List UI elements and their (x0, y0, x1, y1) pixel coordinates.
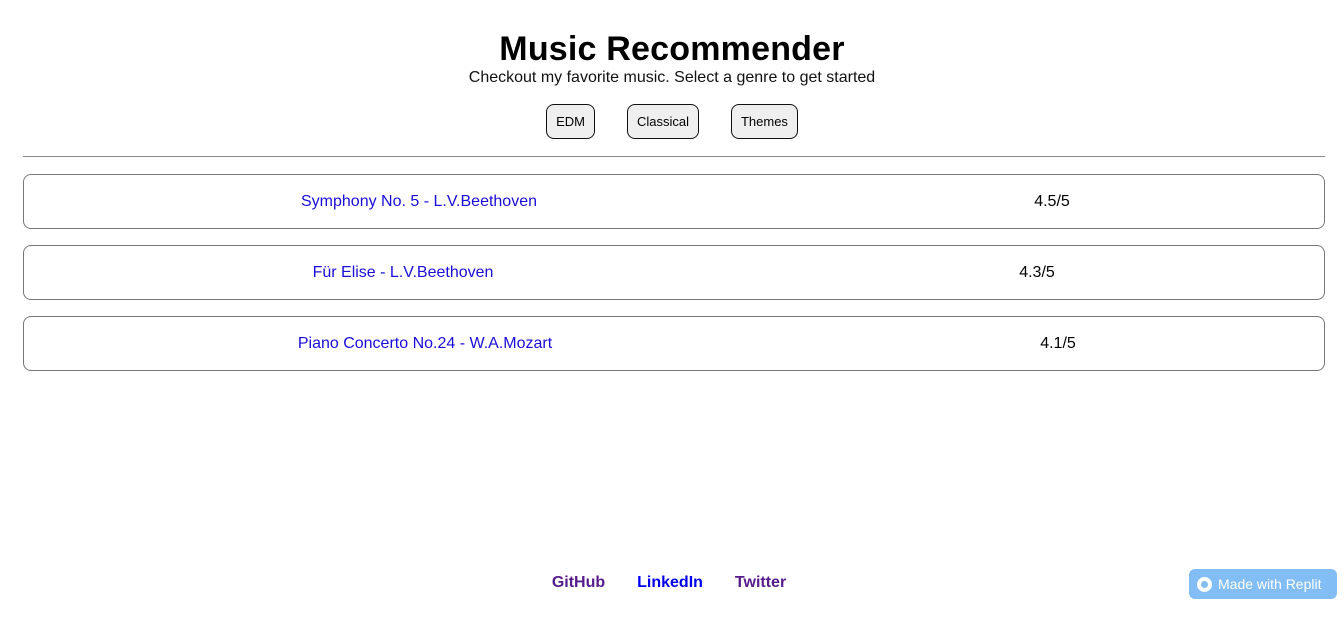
song-card: Symphony No. 5 - L.V.Beethoven 4.5/5 (23, 174, 1325, 229)
song-title-link[interactable]: Symphony No. 5 - L.V.Beethoven (301, 193, 537, 211)
github-link[interactable]: GitHub (552, 574, 605, 592)
badge-label: Made with Replit (1218, 576, 1322, 592)
divider (23, 156, 1325, 157)
footer: GitHub LinkedIn Twitter (0, 574, 1344, 592)
replit-icon (1197, 576, 1212, 592)
song-rating: 4.5/5 (1034, 192, 1070, 210)
song-title-link[interactable]: Piano Concerto No.24 - W.A.Mozart (298, 335, 552, 353)
page-title: Music Recommender (499, 30, 845, 68)
song-rating: 4.3/5 (1019, 263, 1055, 281)
linkedin-link[interactable]: LinkedIn (637, 574, 703, 592)
genre-button-edm[interactable]: EDM (546, 104, 595, 139)
song-card: Für Elise - L.V.Beethoven 4.3/5 (23, 245, 1325, 300)
page-subtitle: Checkout my favorite music. Select a gen… (468, 69, 876, 86)
song-list: Symphony No. 5 - L.V.Beethoven 4.5/5 Für… (23, 174, 1325, 387)
header: Music Recommender Checkout my favorite m… (0, 0, 1344, 139)
genre-selector: EDM Classical Themes (0, 104, 1344, 139)
song-rating: 4.1/5 (1040, 334, 1076, 352)
song-card: Piano Concerto No.24 - W.A.Mozart 4.1/5 (23, 316, 1325, 371)
genre-button-classical[interactable]: Classical (626, 104, 699, 139)
song-title-link[interactable]: Für Elise - L.V.Beethoven (313, 264, 494, 282)
twitter-link[interactable]: Twitter (735, 574, 786, 592)
genre-button-themes[interactable]: Themes (730, 104, 798, 139)
page: Music Recommender Checkout my favorite m… (0, 0, 1344, 617)
made-with-replit-badge[interactable]: Made with Replit (1189, 569, 1337, 599)
